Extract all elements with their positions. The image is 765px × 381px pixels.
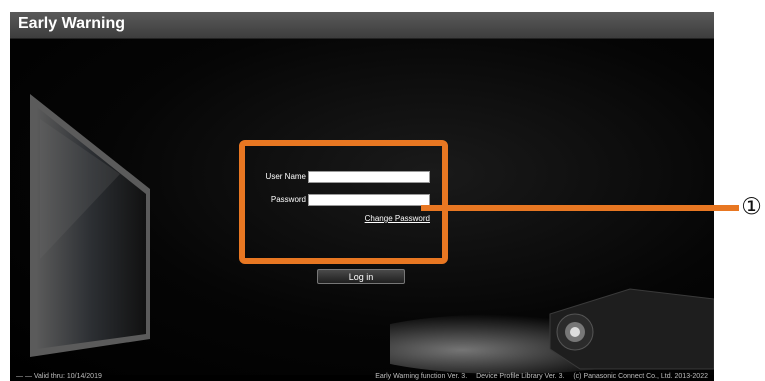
valid-thru-text: — — Valid thru: 10/14/2019 bbox=[16, 373, 102, 380]
projector-illustration bbox=[390, 288, 714, 374]
callout-highlight-box bbox=[239, 140, 448, 264]
callout-number: ① bbox=[741, 194, 762, 220]
login-button[interactable]: Log in bbox=[317, 269, 405, 284]
version-info-text: Early Warning function Ver. 3. Device Pr… bbox=[375, 373, 708, 380]
callout-leader-line bbox=[421, 205, 739, 211]
display-monitor-illustration bbox=[30, 94, 150, 357]
window-title: Early Warning bbox=[18, 15, 125, 32]
title-bar: Early Warning bbox=[10, 12, 714, 39]
